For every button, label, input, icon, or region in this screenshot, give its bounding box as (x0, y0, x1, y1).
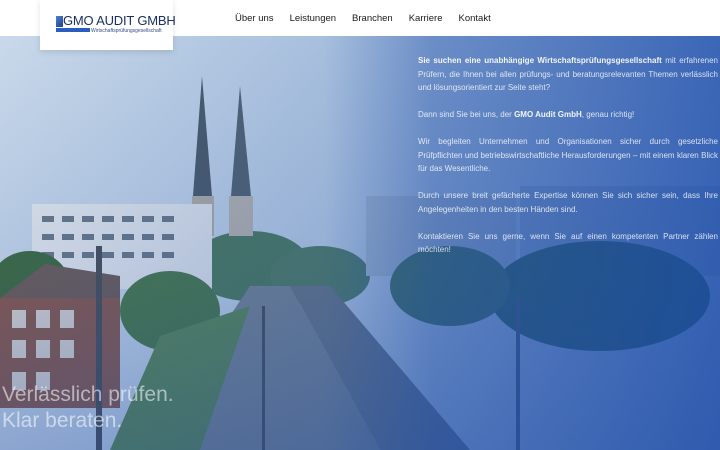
hero-paragraph-3: Wir begleiten Unternehmen und Organisati… (418, 137, 718, 173)
nav-item-karriere[interactable]: Karriere (409, 13, 443, 24)
hero-p2-start: Dann sind Sie bei uns, der (418, 110, 515, 119)
nav-item-ueber-uns[interactable]: Über uns (235, 13, 274, 24)
main-nav: Über uns Leistungen Branchen Karriere Ko… (235, 0, 507, 36)
hero-paragraph-2: Dann sind Sie bei uns, der GMO Audit Gmb… (418, 108, 718, 122)
nav-item-leistungen[interactable]: Leistungen (290, 13, 336, 24)
hero-section: Sie suchen eine unabhängige Wirtschaftsp… (0, 36, 720, 450)
nav-item-kontakt[interactable]: Kontakt (459, 13, 491, 24)
hero-paragraph-4: Durch unsere breit gefächerte Expertise … (418, 191, 718, 214)
logo-name: GMO AUDIT GMBH (63, 13, 176, 28)
logo-bar-icon (56, 28, 90, 32)
hero-intro-bold: Sie suchen eine unabhängige Wirtschaftsp… (418, 56, 662, 65)
hero-tagline-line-2: Klar beraten. (2, 409, 123, 432)
logo-subtitle: Wirtschaftsprüfungsgesellschaft (91, 28, 162, 34)
hero-p2-end: , genau richtig! (581, 110, 635, 119)
nav-item-branchen[interactable]: Branchen (352, 13, 393, 24)
hero-intro-text: Sie suchen eine unabhängige Wirtschaftsp… (418, 54, 718, 270)
hero-p2-bold: GMO Audit GmbH (514, 110, 582, 119)
hero-tagline-line-1: Verlässlich prüfen. (2, 383, 174, 406)
logo[interactable]: GMO AUDIT GMBH Wirtschaftsprüfungsgesell… (40, 0, 176, 50)
logo-mark-icon (56, 16, 63, 27)
top-navbar: GMO AUDIT GMBH Wirtschaftsprüfungsgesell… (0, 0, 720, 50)
hero-tagline: Verlässlich prüfen. Klar beraten. (2, 382, 174, 434)
hero-paragraph-5: Kontaktieren Sie uns gerne, wenn Sie auf… (418, 231, 718, 255)
hero-paragraph-1: Sie suchen eine unabhängige Wirtschaftsp… (418, 54, 718, 95)
